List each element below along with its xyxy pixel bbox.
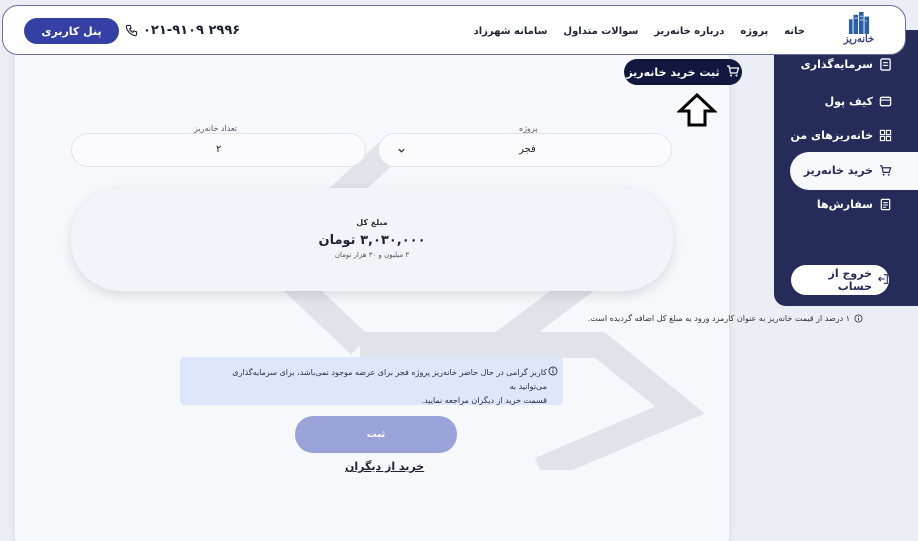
- sidebar: سرمایه‌گذاری کیف پول خانه‌ریزهای من خرید…: [774, 30, 918, 306]
- sidebar-item-wallet[interactable]: کیف پول: [825, 95, 892, 108]
- cart-icon: [726, 64, 740, 81]
- logout-button[interactable]: خروج از حساب: [791, 265, 889, 295]
- logo-building-icon: [848, 12, 870, 34]
- orders-icon: [879, 198, 892, 211]
- invest-icon: [879, 58, 892, 71]
- phone-number[interactable]: ۰۲۱-۹۱۰۹ ۲۹۹۶: [125, 23, 240, 38]
- nav-shahrzad[interactable]: سامانه شهرزاد: [474, 26, 548, 37]
- count-input[interactable]: تعداد خانه‌ریز ۲: [71, 124, 366, 167]
- sidebar-item-invest[interactable]: سرمایه‌گذاری: [801, 58, 892, 71]
- nav-project[interactable]: پروژه: [740, 26, 768, 37]
- fee-note-text: ۱ درصد از قیمت خانه‌ریز به عنوان کارمزد …: [587, 314, 850, 323]
- sidebar-item-orders[interactable]: سفارش‌ها: [817, 198, 892, 211]
- arrow-up-icon: [677, 93, 717, 127]
- sidebar-item-label: سفارش‌ها: [816, 198, 873, 211]
- total-label: مبلغ کل: [356, 218, 388, 227]
- logo-text: خانه‌ریز: [843, 34, 875, 45]
- total-amount: ۳,۰۳۰,۰۰۰ تومان: [318, 233, 426, 248]
- fee-note: ۱ درصد از قیمت خانه‌ریز به عنوان کارمزد …: [588, 314, 863, 323]
- sidebar-item-buy[interactable]: خرید خانه‌ریز: [804, 164, 892, 177]
- sidebar-item-my-items[interactable]: خانه‌ریزهای من: [790, 129, 892, 142]
- sidebar-item-label: خرید خانه‌ریز: [803, 164, 873, 177]
- info-icon: [548, 366, 558, 376]
- unavailable-alert: کاربر گرامی در حال حاضر خانه‌ریز پروژه ف…: [180, 357, 563, 405]
- cart-icon: [879, 164, 892, 177]
- sidebar-item-label: سرمایه‌گذاری: [800, 58, 873, 71]
- buy-from-others-link[interactable]: خرید از دیگران: [345, 460, 424, 473]
- logout-icon: [877, 273, 889, 288]
- nav-faq[interactable]: سوالات متداول: [563, 26, 638, 37]
- alert-text: کاربر گرامی در حال حاضر خانه‌ریز پروژه ف…: [207, 366, 547, 408]
- count-value: ۲: [216, 144, 222, 155]
- total-amount-card: مبلغ کل ۳,۰۳۰,۰۰۰ تومان ۳ میلیون و ۳۰ هز…: [71, 188, 673, 291]
- phone-text: ۰۲۱-۹۱۰۹ ۲۹۹۶: [143, 23, 241, 38]
- project-select[interactable]: پروژه فجر: [378, 124, 672, 167]
- sidebar-item-label: خانه‌ریزهای من: [790, 129, 873, 142]
- nav-home[interactable]: خانه: [784, 26, 805, 37]
- nav-about[interactable]: درباره خانه‌ریز: [654, 26, 724, 37]
- logout-label: خروج از حساب: [828, 267, 872, 293]
- count-label: تعداد خانه‌ریز: [194, 124, 238, 133]
- total-amount-words: ۳ میلیون و ۳۰ هزار تومان: [334, 251, 410, 259]
- project-label: پروژه: [519, 124, 538, 133]
- chevron-down-icon: [398, 148, 405, 153]
- buy-header-tag: ثبت خرید خانه‌ریز: [624, 59, 742, 85]
- info-icon: [854, 314, 863, 323]
- user-panel-button[interactable]: پنل کاربری: [24, 18, 119, 44]
- project-value: فجر: [519, 144, 536, 155]
- top-navbar: خانه‌ریز خانه پروژه درباره خانه‌ریز سوال…: [2, 5, 906, 55]
- grid-icon: [879, 129, 892, 142]
- alert-line-1: کاربر گرامی در حال حاضر خانه‌ریز پروژه ف…: [232, 368, 547, 391]
- phone-icon: [125, 24, 138, 37]
- submit-button[interactable]: ثبت: [295, 416, 457, 453]
- alert-line-2: قسمت خرید از دیگران مراجعه نمایید.: [421, 396, 547, 405]
- main-nav: خانه پروژه درباره خانه‌ریز سوالات متداول…: [474, 6, 805, 56]
- sidebar-item-label: کیف پول: [824, 95, 873, 108]
- logo[interactable]: خانه‌ریز: [835, 12, 883, 56]
- wallet-icon: [879, 95, 892, 108]
- buy-tag-label: ثبت خرید خانه‌ریز: [626, 65, 720, 79]
